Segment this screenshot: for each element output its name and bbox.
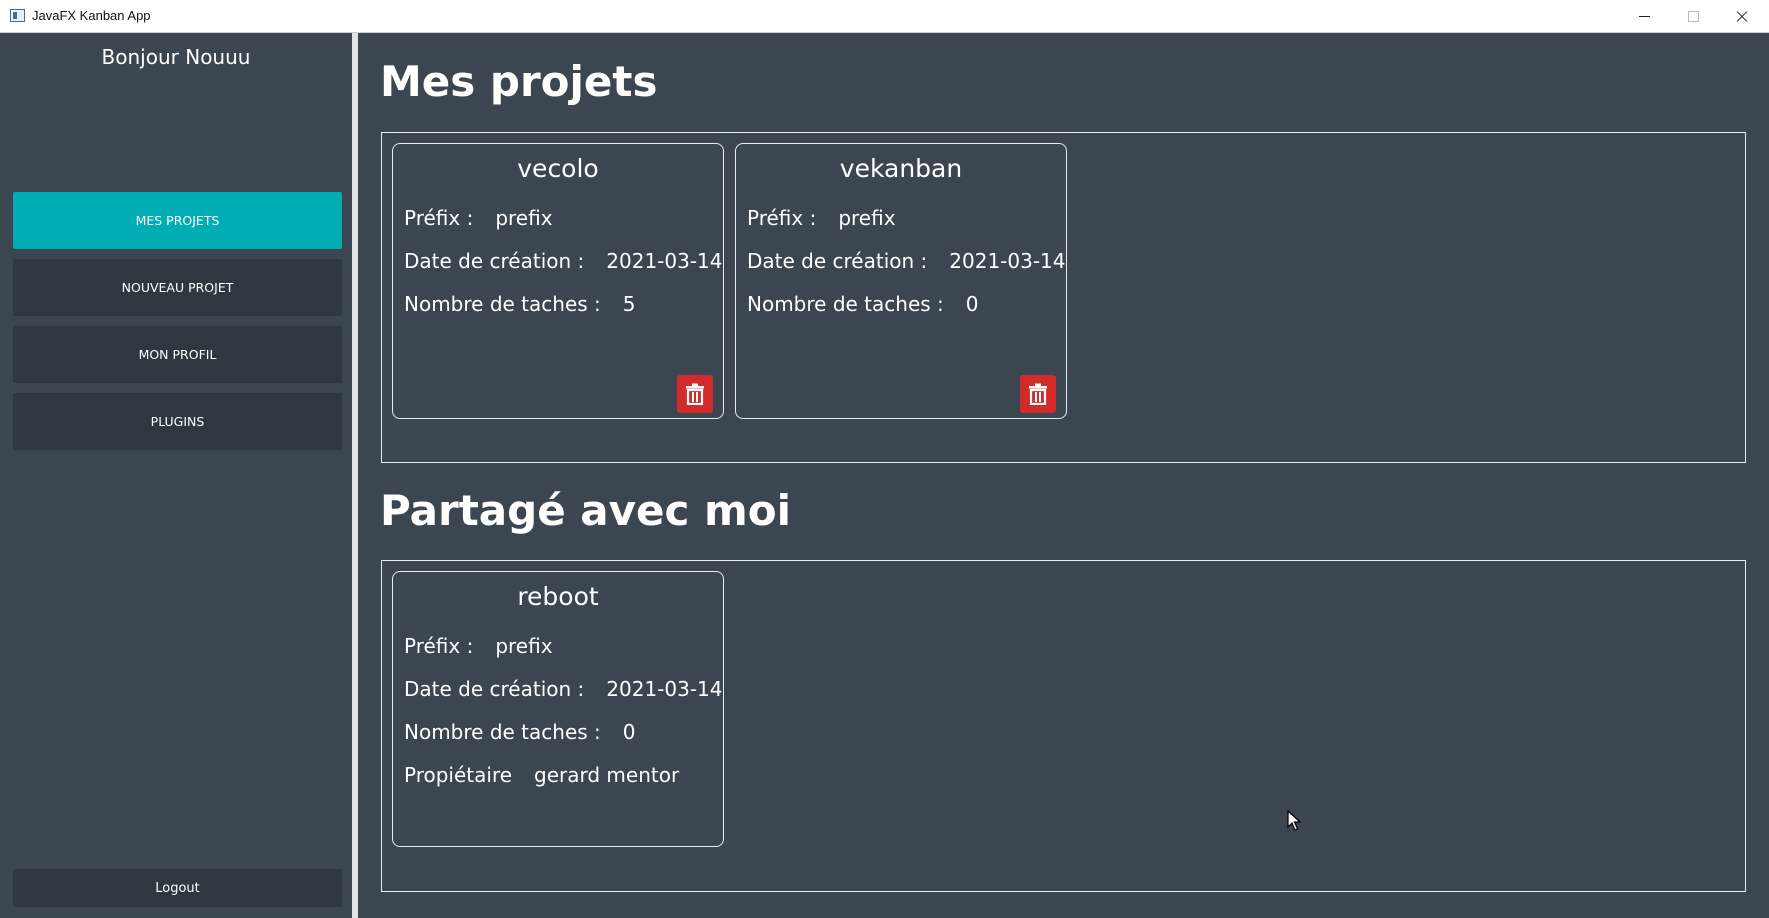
- trash-icon: [1029, 383, 1047, 405]
- project-prefix-row: Préfix : prefix: [404, 634, 553, 658]
- date-label: Date de création :: [747, 249, 928, 273]
- shared-projects-title: Partagé avec moi: [380, 486, 792, 535]
- close-icon[interactable]: [1718, 0, 1764, 33]
- window-title-bar: JavaFX Kanban App: [0, 0, 1769, 33]
- sidebar-item-plugins[interactable]: PLUGINS: [13, 393, 342, 450]
- date-value: 2021-03-14: [606, 677, 723, 701]
- prefix-label: Préfix :: [747, 206, 817, 230]
- prefix-value: prefix: [838, 206, 896, 230]
- project-date-row: Date de création : 2021-03-14: [404, 249, 723, 273]
- tasks-value: 0: [622, 720, 636, 744]
- prefix-label: Préfix :: [404, 634, 474, 658]
- project-date-row: Date de création : 2021-03-14: [404, 677, 723, 701]
- prefix-label: Préfix :: [404, 206, 474, 230]
- main-content: Mes projets vecolo Préfix : prefix Date d…: [358, 33, 1769, 918]
- date-label: Date de création :: [404, 677, 585, 701]
- shared-projects-panel: reboot Préfix : prefix Date de création :…: [381, 560, 1746, 892]
- tasks-label: Nombre de taches :: [404, 292, 601, 316]
- project-card-reboot[interactable]: reboot Préfix : prefix Date de création :…: [392, 571, 724, 847]
- project-prefix-row: Préfix : prefix: [404, 206, 553, 230]
- tasks-label: Nombre de taches :: [747, 292, 944, 316]
- my-projects-title: Mes projets: [380, 57, 658, 106]
- tasks-label: Nombre de taches :: [404, 720, 601, 744]
- date-value: 2021-03-14: [949, 249, 1066, 273]
- project-name: reboot: [517, 582, 599, 611]
- maximize-icon[interactable]: [1670, 0, 1716, 33]
- logout-button[interactable]: Logout: [13, 869, 342, 907]
- project-card-vecolo[interactable]: vecolo Préfix : prefix Date de création :…: [392, 143, 724, 419]
- cursor-icon: [1287, 810, 1301, 831]
- date-label: Date de création :: [404, 249, 585, 273]
- project-tasks-row: Nombre de taches : 5: [404, 292, 636, 316]
- project-name: vekanban: [839, 154, 963, 183]
- owner-label: Propiétaire: [404, 763, 513, 787]
- project-date-row: Date de création : 2021-03-14: [747, 249, 1066, 273]
- sidebar-item-nouveau-projet[interactable]: NOUVEAU PROJET: [13, 259, 342, 316]
- my-projects-panel: vecolo Préfix : prefix Date de création :…: [381, 132, 1746, 463]
- owner-value: gerard mentor: [534, 763, 680, 787]
- trash-icon: [686, 383, 704, 405]
- tasks-value: 5: [622, 292, 636, 316]
- prefix-value: prefix: [495, 634, 553, 658]
- delete-project-button[interactable]: [677, 375, 713, 413]
- sidebar-item-mon-profil[interactable]: MON PROFIL: [13, 326, 342, 383]
- project-owner-row: Propiétaire gerard mentor: [404, 763, 679, 787]
- delete-project-button[interactable]: [1020, 375, 1056, 413]
- minimize-icon[interactable]: [1621, 0, 1667, 33]
- prefix-value: prefix: [495, 206, 553, 230]
- project-prefix-row: Préfix : prefix: [747, 206, 896, 230]
- date-value: 2021-03-14: [606, 249, 723, 273]
- greeting-text: Bonjour Nouuu: [101, 45, 251, 69]
- sidebar-item-mes-projets[interactable]: MES PROJETS: [13, 192, 342, 249]
- window-title: JavaFX Kanban App: [32, 8, 151, 23]
- tasks-value: 0: [965, 292, 979, 316]
- project-name: vecolo: [517, 154, 599, 183]
- app-icon: [10, 9, 25, 22]
- sidebar: Bonjour Nouuu MES PROJETS NOUVEAU PROJET…: [0, 33, 352, 918]
- project-card-vekanban[interactable]: vekanban Préfix : prefix Date de création…: [735, 143, 1067, 419]
- project-tasks-row: Nombre de taches : 0: [747, 292, 979, 316]
- project-tasks-row: Nombre de taches : 0: [404, 720, 636, 744]
